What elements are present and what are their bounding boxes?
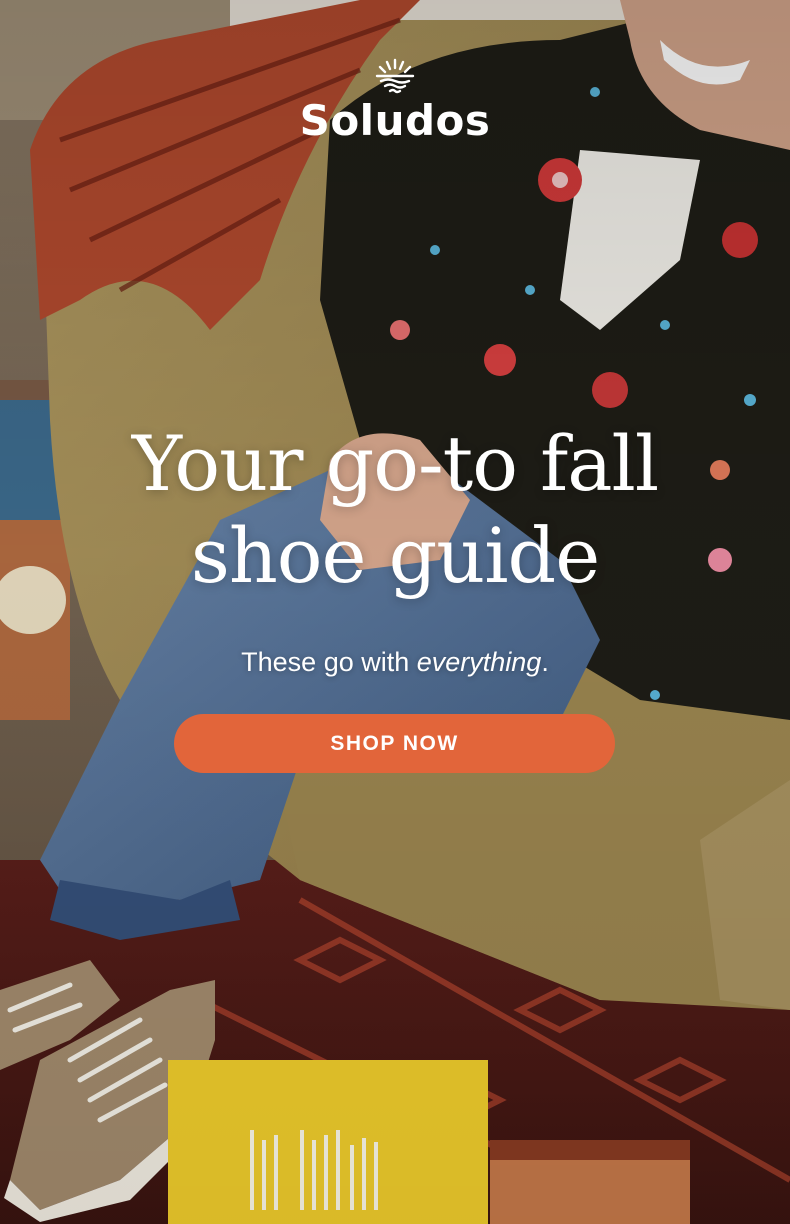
brand-name: Soludos bbox=[299, 96, 491, 145]
subhead-emphasis: everything bbox=[416, 647, 542, 677]
subhead-period: . bbox=[541, 647, 549, 677]
sun-waves-icon bbox=[375, 58, 415, 94]
hero-background-photo bbox=[0, 0, 790, 1224]
subhead-text: These go with bbox=[241, 647, 417, 677]
hero-headline: Your go-to fall shoe guide bbox=[131, 419, 659, 600]
email-hero: Soludos Your go-to fall shoe guide These… bbox=[0, 0, 790, 1224]
brand-logo[interactable]: Soludos bbox=[0, 56, 790, 146]
hero-subhead: These go with everything. bbox=[0, 644, 790, 680]
shop-now-button[interactable]: SHOP NOW bbox=[174, 714, 615, 773]
